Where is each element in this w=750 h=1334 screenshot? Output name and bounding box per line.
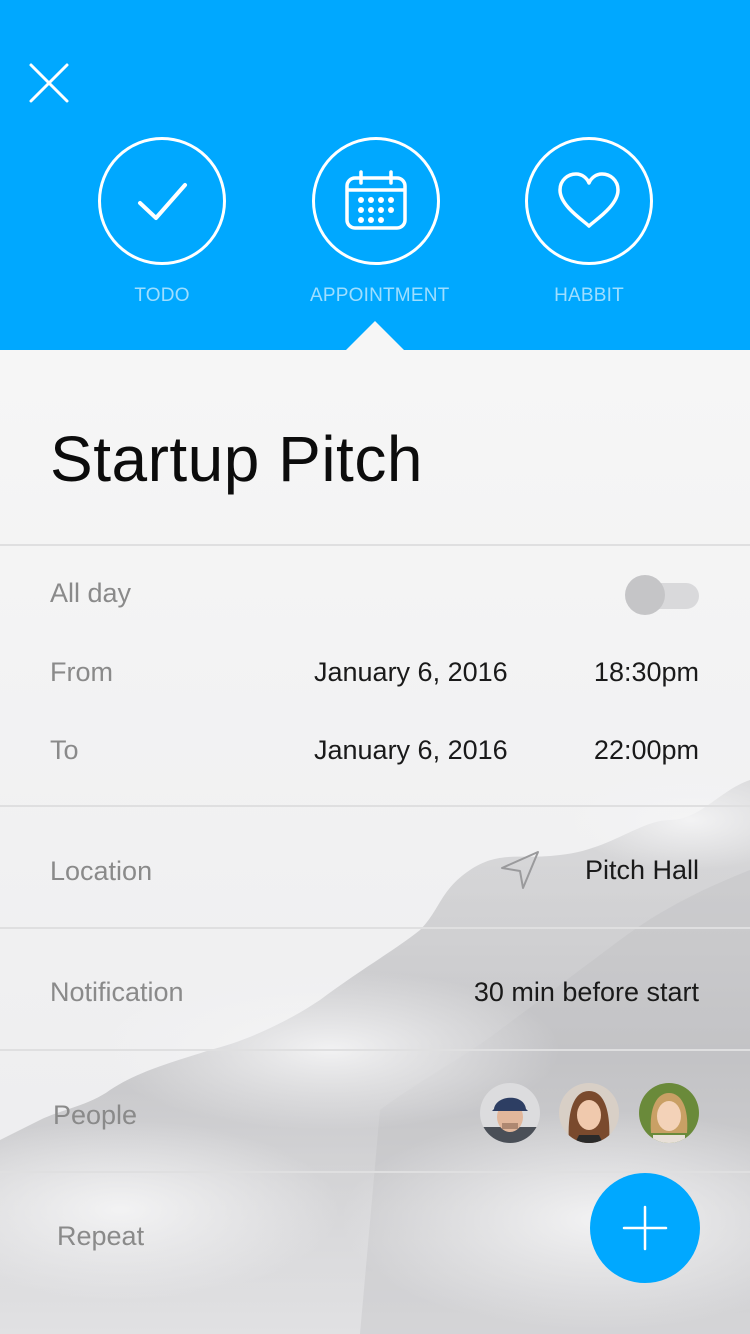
type-option-habbit[interactable]: HABBIT <box>524 137 654 307</box>
people-label: People <box>53 1100 138 1130</box>
habbit-circle <box>525 137 653 265</box>
avatar-woman-blonde-image <box>639 1083 699 1143</box>
divider <box>0 1049 750 1051</box>
appointment-circle <box>312 137 440 265</box>
divider <box>0 805 750 807</box>
close-icon <box>29 63 69 103</box>
notification-value[interactable]: 30 min before start <box>474 977 699 1008</box>
event-details-panel: Startup Pitch All day From January 6, 20… <box>0 350 750 1334</box>
type-option-appointment[interactable]: APPOINTMENT <box>310 137 450 307</box>
checkmark-icon <box>138 183 187 220</box>
all-day-toggle[interactable] <box>625 575 700 615</box>
to-date[interactable]: January 6, 2016 <box>314 735 508 766</box>
repeat-label[interactable]: Repeat <box>57 1221 144 1252</box>
type-label-habbit: HABBIT <box>554 285 624 306</box>
divider <box>0 544 750 546</box>
from-date[interactable]: January 6, 2016 <box>314 657 508 688</box>
from-label: From <box>50 657 113 687</box>
avatar-man-cap-image <box>480 1083 540 1143</box>
plus-icon <box>622 1205 668 1251</box>
from-time[interactable]: 18:30pm <box>594 657 699 688</box>
add-button[interactable] <box>590 1173 700 1283</box>
avatar[interactable] <box>480 1083 540 1143</box>
toggle-knob <box>625 575 665 615</box>
type-label-todo: TODO <box>134 285 190 306</box>
heart-icon <box>558 172 620 228</box>
selected-type-pointer <box>345 321 405 351</box>
all-day-label: All day <box>50 578 132 608</box>
type-selector-header: TODO APPOINTMENT HABBIT <box>0 0 750 350</box>
navigation-arrow-icon[interactable] <box>500 850 540 890</box>
todo-circle <box>98 137 226 265</box>
divider <box>0 927 750 929</box>
avatar[interactable] <box>559 1083 619 1143</box>
type-option-todo[interactable]: TODO <box>97 137 227 307</box>
event-title[interactable]: Startup Pitch <box>50 422 423 496</box>
type-label-appointment: APPOINTMENT <box>310 285 450 306</box>
avatar-woman-brunette-image <box>559 1083 619 1143</box>
to-time[interactable]: 22:00pm <box>594 735 699 766</box>
close-button[interactable] <box>28 62 70 104</box>
location-label: Location <box>50 856 153 886</box>
notification-label: Notification <box>50 977 184 1007</box>
avatar[interactable] <box>639 1083 699 1143</box>
location-value[interactable]: Pitch Hall <box>585 855 699 886</box>
calendar-icon <box>345 170 407 230</box>
to-label: To <box>50 735 79 765</box>
